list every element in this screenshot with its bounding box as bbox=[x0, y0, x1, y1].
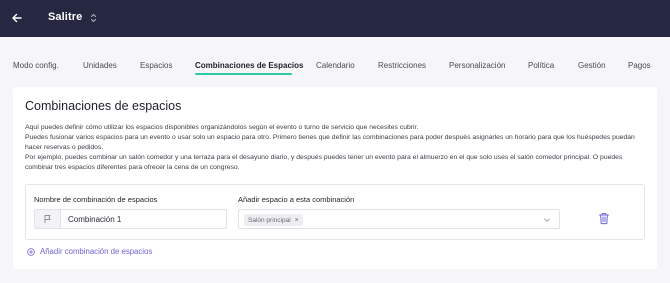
description-line: Puedes fusionar varios espacios para un … bbox=[25, 134, 635, 151]
tab-pagos[interactable]: Pagos bbox=[628, 61, 651, 70]
combinations-card: Combinaciones de espacios Aquí puedes de… bbox=[13, 87, 657, 269]
chip-remove-icon[interactable]: × bbox=[295, 217, 299, 224]
tab-politica[interactable]: Política bbox=[528, 61, 554, 70]
add-combination-label: Añadir combinación de espacios bbox=[40, 247, 153, 256]
trash-icon[interactable] bbox=[598, 212, 610, 225]
tab-espacios[interactable]: Espacios bbox=[140, 61, 172, 70]
tab-personalizacion[interactable]: Personalización bbox=[449, 61, 505, 70]
tab-modo-config[interactable]: Modo config. bbox=[13, 61, 59, 70]
combination-name-input[interactable] bbox=[61, 210, 226, 228]
top-bar: Salitre bbox=[0, 0, 670, 37]
active-tab-indicator bbox=[195, 73, 292, 75]
add-combination-link[interactable]: Añadir combinación de espacios bbox=[27, 247, 152, 256]
space-chip: Salón principal × bbox=[244, 214, 303, 226]
venue-name: Salitre bbox=[48, 11, 83, 23]
arrow-left-icon[interactable] bbox=[9, 10, 25, 26]
section-description: Aquí puedes definir cómo utilizar los es… bbox=[25, 123, 645, 173]
space-chip-label: Salón principal bbox=[248, 216, 291, 224]
add-space-label: Añadir espacio a esta combinación bbox=[238, 195, 355, 204]
flag-icon bbox=[35, 210, 61, 228]
tab-calendario[interactable]: Calendario bbox=[316, 61, 355, 70]
tab-gestion[interactable]: Gestión bbox=[578, 61, 606, 70]
tab-combinaciones-espacios[interactable]: Combinaciones de Espacios bbox=[195, 61, 303, 70]
description-line: Por ejemplo, puedes combinar un salón co… bbox=[25, 154, 623, 171]
spaces-select[interactable]: Salón principal × bbox=[238, 209, 560, 229]
combination-row: Nombre de combinación de espacios Añadir… bbox=[25, 184, 645, 240]
settings-tabs: Modo config. Unidades Espacios Combinaci… bbox=[0, 54, 670, 76]
chevron-down-icon bbox=[544, 218, 550, 222]
tab-unidades[interactable]: Unidades bbox=[83, 61, 117, 70]
tab-restricciones[interactable]: Restricciones bbox=[378, 61, 426, 70]
section-title: Combinaciones de espacios bbox=[25, 99, 182, 113]
combination-name-field bbox=[34, 209, 227, 229]
chevron-up-down-icon[interactable] bbox=[89, 12, 98, 24]
plus-circle-icon bbox=[27, 247, 35, 256]
combination-name-label: Nombre de combinación de espacios bbox=[34, 195, 158, 204]
description-line: Aquí puedes definir cómo utilizar los es… bbox=[25, 124, 419, 131]
